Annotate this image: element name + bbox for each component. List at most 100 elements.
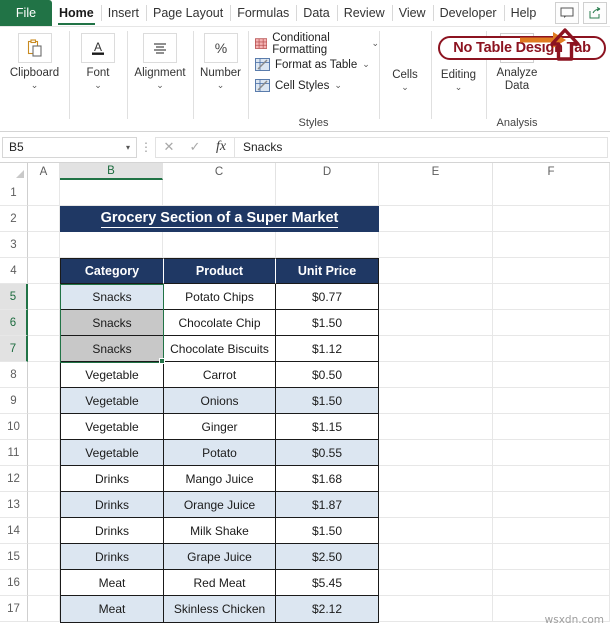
cell-product[interactable]: Carrot <box>164 362 276 388</box>
cell-price[interactable]: $1.50 <box>276 310 378 336</box>
cell-price[interactable]: $1.87 <box>276 492 378 518</box>
table-row[interactable]: Meat Red Meat $5.45 <box>61 570 378 596</box>
cell-styles-caret-icon[interactable]: ⌄ <box>334 80 342 91</box>
row-header-14[interactable]: 14 <box>0 518 28 544</box>
cell-category[interactable]: Snacks <box>61 336 164 362</box>
table-row[interactable]: Snacks Chocolate Biscuits $1.12 <box>61 336 378 362</box>
cell[interactable] <box>28 336 60 362</box>
cell[interactable] <box>28 518 60 544</box>
cell[interactable] <box>28 596 60 622</box>
cell-product[interactable]: Red Meat <box>164 570 276 596</box>
cell[interactable] <box>379 232 493 258</box>
cell[interactable] <box>379 310 493 336</box>
cell-price[interactable]: $0.55 <box>276 440 378 466</box>
cell-product[interactable]: Grape Juice <box>164 544 276 570</box>
row-header-5[interactable]: 5 <box>0 284 28 310</box>
table-row[interactable]: Meat Skinless Chicken $2.12 <box>61 596 378 622</box>
table-row[interactable]: Vegetable Carrot $0.50 <box>61 362 378 388</box>
format-as-table-caret-icon[interactable]: ⌄ <box>362 59 370 70</box>
editing-caret-icon[interactable]: ⌄ <box>455 83 463 92</box>
cell[interactable] <box>379 466 493 492</box>
cell[interactable] <box>493 492 610 518</box>
row-header-7[interactable]: 7 <box>0 336 28 362</box>
cell[interactable] <box>379 336 493 362</box>
tab-review[interactable]: Review <box>336 0 392 26</box>
cell[interactable] <box>379 570 493 596</box>
cell-category[interactable]: Drinks <box>61 518 164 544</box>
cell[interactable] <box>493 232 610 258</box>
cell[interactable] <box>28 544 60 570</box>
row-header-16[interactable]: 16 <box>0 570 28 596</box>
cell-category[interactable]: Vegetable <box>61 414 164 440</box>
cell[interactable] <box>379 492 493 518</box>
column-header-f[interactable]: F <box>493 163 610 180</box>
tab-page-layout[interactable]: Page Layout <box>146 0 230 26</box>
ribbon-group-cells[interactable]: Cells ⌄ <box>379 27 431 132</box>
table-row[interactable]: Vegetable Onions $1.50 <box>61 388 378 414</box>
table-row[interactable]: Drinks Mango Juice $1.68 <box>61 466 378 492</box>
row-header-13[interactable]: 13 <box>0 492 28 518</box>
cell-price[interactable]: $1.50 <box>276 388 378 414</box>
column-header-b[interactable]: B <box>60 163 163 180</box>
share-button[interactable] <box>583 2 607 24</box>
cell[interactable] <box>493 284 610 310</box>
cell[interactable] <box>28 206 60 232</box>
comments-button[interactable] <box>555 2 579 24</box>
cell[interactable] <box>379 284 493 310</box>
cell[interactable] <box>493 362 610 388</box>
cell-price[interactable]: $1.15 <box>276 414 378 440</box>
column-header-d[interactable]: D <box>276 163 379 180</box>
tab-developer[interactable]: Developer <box>432 0 504 26</box>
cell[interactable] <box>379 544 493 570</box>
cell[interactable] <box>493 206 610 232</box>
tab-data[interactable]: Data <box>296 0 336 26</box>
conditional-formatting-item[interactable]: Conditional Formatting ⌄ <box>255 32 379 56</box>
formula-bar-more-icon[interactable]: ⋮ <box>137 140 155 154</box>
ribbon-group-number[interactable]: % Number ⌄ <box>193 27 248 132</box>
cell[interactable] <box>493 466 610 492</box>
cell-product[interactable]: Potato <box>164 440 276 466</box>
name-box-dropdown-icon[interactable]: ▾ <box>126 143 130 152</box>
cell-product[interactable]: Orange Juice <box>164 492 276 518</box>
ribbon-group-alignment[interactable]: Alignment ⌄ <box>127 27 193 132</box>
cell[interactable] <box>28 362 60 388</box>
cell-price[interactable]: $1.12 <box>276 336 378 362</box>
row-header-9[interactable]: 9 <box>0 388 28 414</box>
cell[interactable] <box>493 414 610 440</box>
row-header-3[interactable]: 3 <box>0 232 28 258</box>
cell[interactable] <box>379 258 493 284</box>
cell-category[interactable]: Drinks <box>61 466 164 492</box>
worksheet-title-cell[interactable]: Grocery Section of a Super Market <box>60 206 379 232</box>
tab-insert[interactable]: Insert <box>100 0 146 26</box>
formula-input[interactable]: Snacks <box>235 136 608 158</box>
cell[interactable] <box>28 440 60 466</box>
font-caret-icon[interactable]: ⌄ <box>94 81 102 90</box>
insert-function-button[interactable]: fx <box>208 139 234 155</box>
row-header-2[interactable]: 2 <box>0 206 28 232</box>
cell[interactable] <box>493 310 610 336</box>
cell-price[interactable]: $0.50 <box>276 362 378 388</box>
selection-fill-handle[interactable] <box>159 358 165 364</box>
table-row[interactable]: Snacks Potato Chips $0.77 <box>61 284 378 310</box>
table-row[interactable]: Vegetable Ginger $1.15 <box>61 414 378 440</box>
cell[interactable] <box>28 310 60 336</box>
alignment-button[interactable] <box>143 33 177 63</box>
cell[interactable] <box>379 180 493 206</box>
cell-category[interactable]: Snacks <box>61 284 164 310</box>
cell-product[interactable]: Chocolate Chip <box>164 310 276 336</box>
cell[interactable] <box>379 596 493 622</box>
cell[interactable] <box>379 518 493 544</box>
tab-help[interactable]: Help <box>503 0 544 26</box>
ribbon-group-clipboard[interactable]: Clipboard ⌄ <box>0 27 69 132</box>
cell[interactable] <box>493 518 610 544</box>
cell[interactable] <box>379 362 493 388</box>
cell[interactable] <box>493 440 610 466</box>
ribbon-group-font[interactable]: A Font ⌄ <box>69 27 127 132</box>
row-header-6[interactable]: 6 <box>0 310 28 336</box>
clipboard-caret-icon[interactable]: ⌄ <box>31 81 39 90</box>
cell-category[interactable]: Meat <box>61 570 164 596</box>
cell[interactable] <box>493 388 610 414</box>
cell[interactable] <box>28 180 60 206</box>
cell-price[interactable]: $1.50 <box>276 518 378 544</box>
cells-caret-icon[interactable]: ⌄ <box>401 83 409 92</box>
